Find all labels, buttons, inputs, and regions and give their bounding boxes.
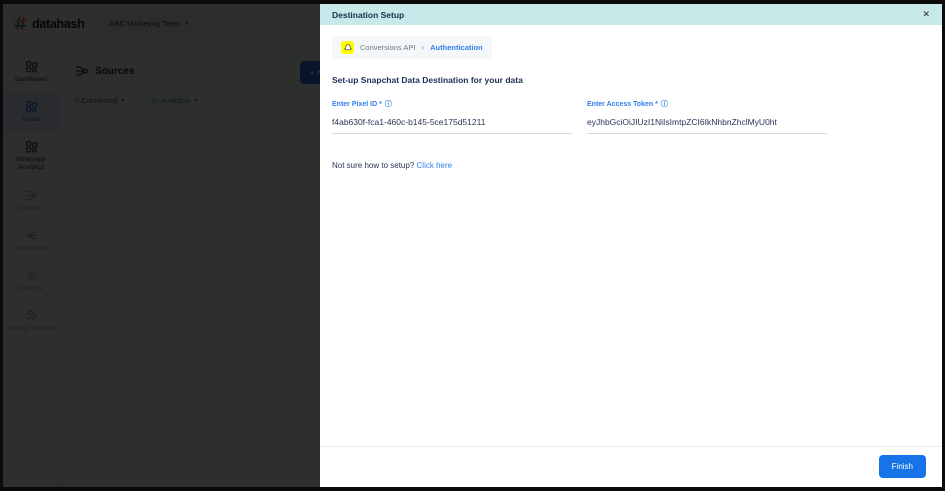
access-token-input[interactable]: eyJhbGciOiJIUzI1NiIsImtpZCI6IkNhbnZhclMy… (587, 117, 827, 134)
setup-heading: Set-up Snapchat Data Destination for you… (332, 75, 523, 85)
credential-fields: Enter Pixel ID * ⓘ f4ab630f-fca1-460c-b1… (332, 99, 930, 134)
breadcrumb-separator-icon: › (421, 43, 425, 52)
modal-footer: Finish (320, 446, 942, 487)
app-window: datahash ABC Marketing Team ▾ Dashboard (0, 0, 945, 491)
setup-help-text: Not sure how to setup? (332, 161, 415, 170)
access-token-field: Enter Access Token * ⓘ eyJhbGciOiJIUzI1N… (587, 99, 827, 134)
info-icon[interactable]: ⓘ (385, 99, 392, 109)
breadcrumb: Conversions API › Authentication (332, 36, 492, 59)
pixel-id-input[interactable]: f4ab630f-fca1-460c-b145-5ce175d51211 (332, 117, 572, 134)
breadcrumb-source: Conversions API (360, 43, 416, 52)
modal-header: Destination Setup ✕ (320, 4, 942, 25)
setup-help: Not sure how to setup? Click here (332, 161, 930, 170)
pixel-id-field: Enter Pixel ID * ⓘ f4ab630f-fca1-460c-b1… (332, 99, 572, 134)
pixel-id-label-text: Enter Pixel ID * (332, 100, 382, 108)
modal-title: Destination Setup (332, 9, 405, 20)
setup-help-link[interactable]: Click here (417, 161, 453, 170)
info-icon[interactable]: ⓘ (661, 99, 668, 109)
access-token-label-text: Enter Access Token * (587, 100, 658, 108)
snapchat-icon (341, 41, 354, 54)
breadcrumb-current-authentication[interactable]: Authentication (430, 43, 483, 52)
pixel-id-label: Enter Pixel ID * ⓘ (332, 99, 572, 109)
finish-button[interactable]: Finish (878, 455, 926, 478)
destination-setup-modal: Destination Setup ✕ Conversions API › Au… (320, 4, 942, 487)
close-icon[interactable]: ✕ (922, 10, 930, 19)
access-token-label: Enter Access Token * ⓘ (587, 99, 827, 109)
modal-body: Conversions API › Authentication Set-up … (320, 25, 942, 446)
